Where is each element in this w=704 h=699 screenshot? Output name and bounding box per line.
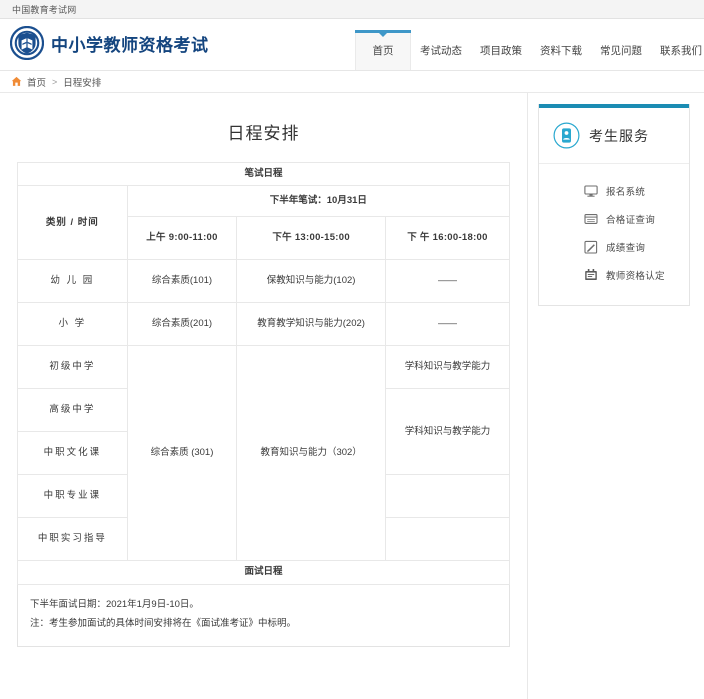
sidebar-column: 考生服务 报名系统 (528, 93, 704, 306)
cell-merged-education-knowledge-302: 教育知识与能力（302） (237, 346, 386, 561)
nav-item-label: 项目政策 (480, 43, 522, 58)
page-body: 日程安排 笔试日程 类别 / 时间 下半年笔试：10月31日 上午 9:00-1… (0, 93, 704, 699)
id-card-icon (584, 212, 598, 226)
row-label-senior-high: 高级中学 (18, 389, 128, 432)
top-utility-bar: 中国教育考试网 (0, 0, 704, 19)
table-header-row-date: 类别 / 时间 下半年笔试：10月31日 (18, 186, 510, 217)
main-content-column: 日程安排 笔试日程 类别 / 时间 下半年笔试：10月31日 上午 9:00-1… (0, 93, 528, 699)
panel-link-list: 报名系统 合格证查询 (539, 164, 689, 305)
sidebar-item-label: 成绩查询 (606, 240, 645, 254)
panel-title: 考生服务 (589, 126, 649, 146)
candidate-services-panel: 考生服务 报名系统 (538, 104, 690, 306)
breadcrumb-current: 日程安排 (63, 75, 101, 89)
panel-header: 考生服务 (539, 108, 689, 164)
breadcrumb-separator: > (52, 77, 57, 87)
breadcrumb: 首页 > 日程安排 (0, 71, 704, 93)
main-navigation: 首页 考试动态 项目政策 资料下载 常见问题 联系我们 (355, 30, 704, 70)
breadcrumb-home-link[interactable]: 首页 (27, 75, 46, 89)
nav-item-label: 联系我们 (660, 43, 702, 58)
written-exam-section-label: 笔试日程 (18, 163, 510, 186)
cell-kindergarten-morning: 综合素质(101) (127, 260, 237, 303)
category-time-header: 类别 / 时间 (18, 186, 128, 260)
table-row: 初级中学 综合素质 (301) 教育知识与能力（302） 学科知识与教学能力 (18, 346, 510, 389)
table-row: 小 学 综合素质(201) 教育教学知识与能力(202) —— (18, 303, 510, 346)
interview-notes: 下半年面试日期：2021年1月9日-10日。 注：考生参加面试的具体时间安排将在… (17, 585, 510, 648)
brand-block[interactable]: 中小学教师资格考试 (10, 26, 209, 70)
table-section-header-row: 笔试日程 (18, 163, 510, 186)
site-masthead: 中小学教师资格考试 首页 考试动态 项目政策 资料下载 常见问题 联系我们 (0, 19, 704, 71)
cell-junior-high-evening: 学科知识与教学能力 (385, 346, 509, 389)
nav-item-faq[interactable]: 常见问题 (591, 30, 651, 70)
interview-section-label: 面试日程 (18, 561, 510, 584)
active-tab-caret-icon (379, 33, 387, 37)
row-label-kindergarten: 幼 儿 园 (18, 260, 128, 303)
nav-item-exam-news[interactable]: 考试动态 (411, 30, 471, 70)
row-label-primary: 小 学 (18, 303, 128, 346)
interview-remark-note: 注：考生参加面试的具体时间安排将在《面试准考证》中标明。 (30, 614, 497, 634)
brand-title: 中小学教师资格考试 (51, 31, 209, 56)
sidebar-item-registration-system[interactable]: 报名系统 (539, 177, 689, 205)
home-icon (11, 76, 22, 87)
sidebar-item-label: 教师资格认定 (606, 268, 665, 282)
cell-primary-evening: —— (385, 303, 509, 346)
nav-item-label: 首页 (373, 43, 394, 58)
cell-merged-subject-knowledge: 学科知识与教学能力 (385, 389, 509, 475)
page-title: 日程安排 (17, 119, 510, 144)
nav-item-home[interactable]: 首页 (355, 30, 411, 70)
sidebar-item-label: 报名系统 (606, 184, 645, 198)
schedule-table: 笔试日程 类别 / 时间 下半年笔试：10月31日 上午 9:00-11:00 … (17, 162, 510, 585)
cell-kindergarten-evening: —— (385, 260, 509, 303)
cell-primary-afternoon: 教育教学知识与能力(202) (237, 303, 386, 346)
interview-date-note: 下半年面试日期：2021年1月9日-10日。 (30, 595, 497, 615)
time-slot-morning: 上午 9:00-11:00 (127, 217, 237, 260)
monitor-icon (584, 184, 598, 198)
nav-item-label: 资料下载 (540, 43, 582, 58)
nav-item-project-policy[interactable]: 项目政策 (471, 30, 531, 70)
sidebar-item-label: 合格证查询 (606, 212, 655, 226)
time-slot-afternoon: 下午 13:00-15:00 (237, 217, 386, 260)
sidebar-item-certificate-query[interactable]: 合格证查询 (539, 205, 689, 233)
row-label-voc-culture: 中职文化课 (18, 432, 128, 475)
cell-merged-comprehensive-quality-301: 综合素质 (301) (127, 346, 237, 561)
nav-item-label: 考试动态 (420, 43, 462, 58)
nav-item-contact-us[interactable]: 联系我们 (651, 30, 704, 70)
certificate-icon (584, 268, 598, 282)
cell-primary-morning: 综合素质(201) (127, 303, 237, 346)
row-label-voc-major: 中职专业课 (18, 475, 128, 518)
nav-item-label: 常见问题 (600, 43, 642, 58)
cell-voc-internship-evening (385, 518, 509, 561)
user-card-circle-icon (553, 122, 580, 149)
cell-voc-major-evening (385, 475, 509, 518)
nav-item-downloads[interactable]: 资料下载 (531, 30, 591, 70)
sidebar-item-score-query[interactable]: 成绩查询 (539, 233, 689, 261)
table-row: 幼 儿 园 综合素质(101) 保教知识与能力(102) —— (18, 260, 510, 303)
row-label-junior-high: 初级中学 (18, 346, 128, 389)
emblem-book-shield-icon (10, 26, 44, 60)
exam-date-header: 下半年笔试：10月31日 (127, 186, 509, 217)
pencil-square-icon (584, 240, 598, 254)
sidebar-item-teacher-qualification[interactable]: 教师资格认定 (539, 261, 689, 289)
row-label-voc-internship: 中职实习指导 (18, 518, 128, 561)
site-name-link[interactable]: 中国教育考试网 (12, 3, 76, 16)
table-section-header-row: 面试日程 (18, 561, 510, 584)
cell-kindergarten-afternoon: 保教知识与能力(102) (237, 260, 386, 303)
time-slot-evening: 下 午 16:00-18:00 (385, 217, 509, 260)
